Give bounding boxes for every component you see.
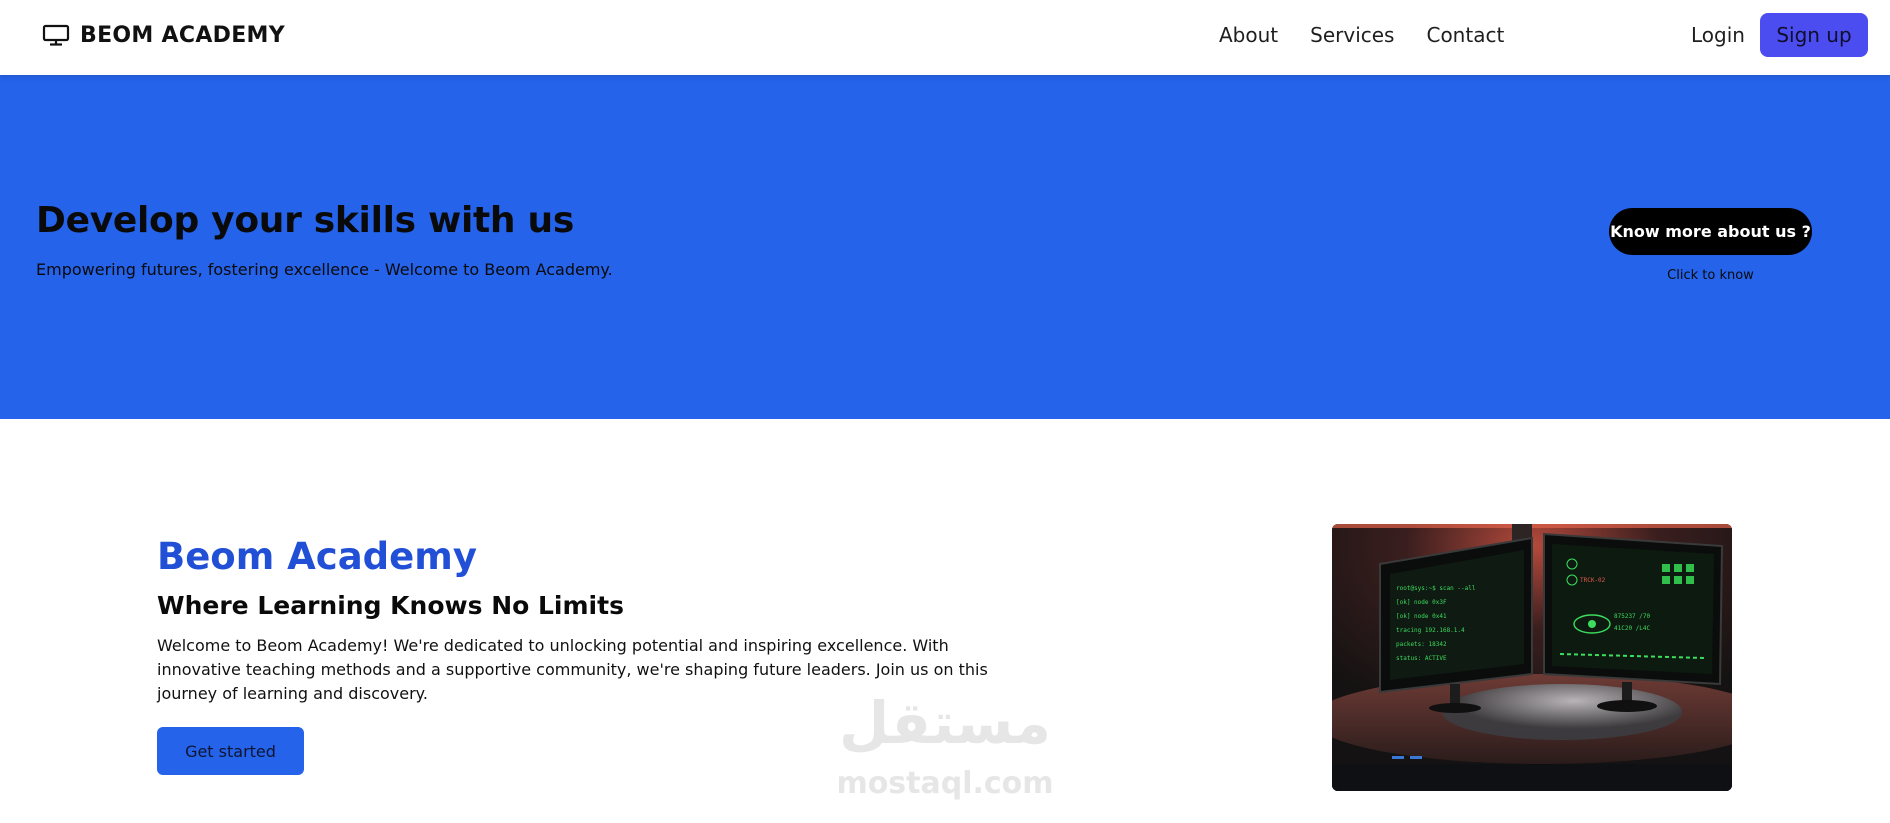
hero-subtitle: Empowering futures, fostering excellence…: [36, 260, 613, 279]
hero-banner: Develop your skills with us Empowering f…: [0, 75, 1890, 419]
get-started-button[interactable]: Get started: [157, 727, 304, 775]
know-more-button[interactable]: Know more about us ?: [1609, 208, 1812, 255]
hero-title: Develop your skills with us: [36, 200, 574, 241]
brand-name: BEOM ACADEMY: [80, 22, 285, 48]
svg-text:[ok] node 0x3F: [ok] node 0x3F: [1396, 599, 1447, 606]
intro-heading: Beom Academy: [157, 535, 477, 578]
svg-text:41C20 /L4C: 41C20 /L4C: [1614, 625, 1651, 632]
svg-text:root@sys:~$ scan --all: root@sys:~$ scan --all: [1396, 585, 1476, 592]
svg-text:TRCK-02: TRCK-02: [1580, 577, 1606, 584]
brand-logo-link[interactable]: BEOM ACADEMY: [42, 20, 285, 50]
svg-text:status: ACTIVE: status: ACTIVE: [1396, 655, 1447, 662]
svg-text:875237 /70: 875237 /70: [1614, 613, 1651, 620]
cta-hint-text: Click to know: [1667, 268, 1754, 283]
watermark-latin: mostaql.com: [836, 766, 1054, 801]
svg-text:packets: 18342: packets: 18342: [1396, 641, 1447, 648]
nav-link-services[interactable]: Services: [1310, 22, 1394, 48]
login-link[interactable]: Login: [1691, 22, 1745, 48]
svg-text:[ok] node 0x41: [ok] node 0x41: [1396, 613, 1447, 620]
top-navbar: BEOM ACADEMY About Services Contact Logi…: [0, 0, 1890, 75]
watermark-arabic: مستقل: [838, 689, 1052, 757]
nav-link-contact[interactable]: Contact: [1426, 22, 1504, 48]
nav-link-about[interactable]: About: [1219, 22, 1278, 48]
monitors-photo-illustration: root@sys:~$ scan --all [ok] node 0x3F [o…: [1332, 524, 1732, 791]
main-nav: About Services Contact: [1219, 22, 1504, 48]
hero-photo-monitors: root@sys:~$ scan --all [ok] node 0x3F [o…: [1332, 524, 1732, 791]
intro-subheading: Where Learning Knows No Limits: [157, 591, 624, 620]
signup-button[interactable]: Sign up: [1760, 13, 1868, 57]
svg-text:tracing 192.168.1.4: tracing 192.168.1.4: [1396, 627, 1465, 634]
monitor-icon: [42, 24, 70, 46]
